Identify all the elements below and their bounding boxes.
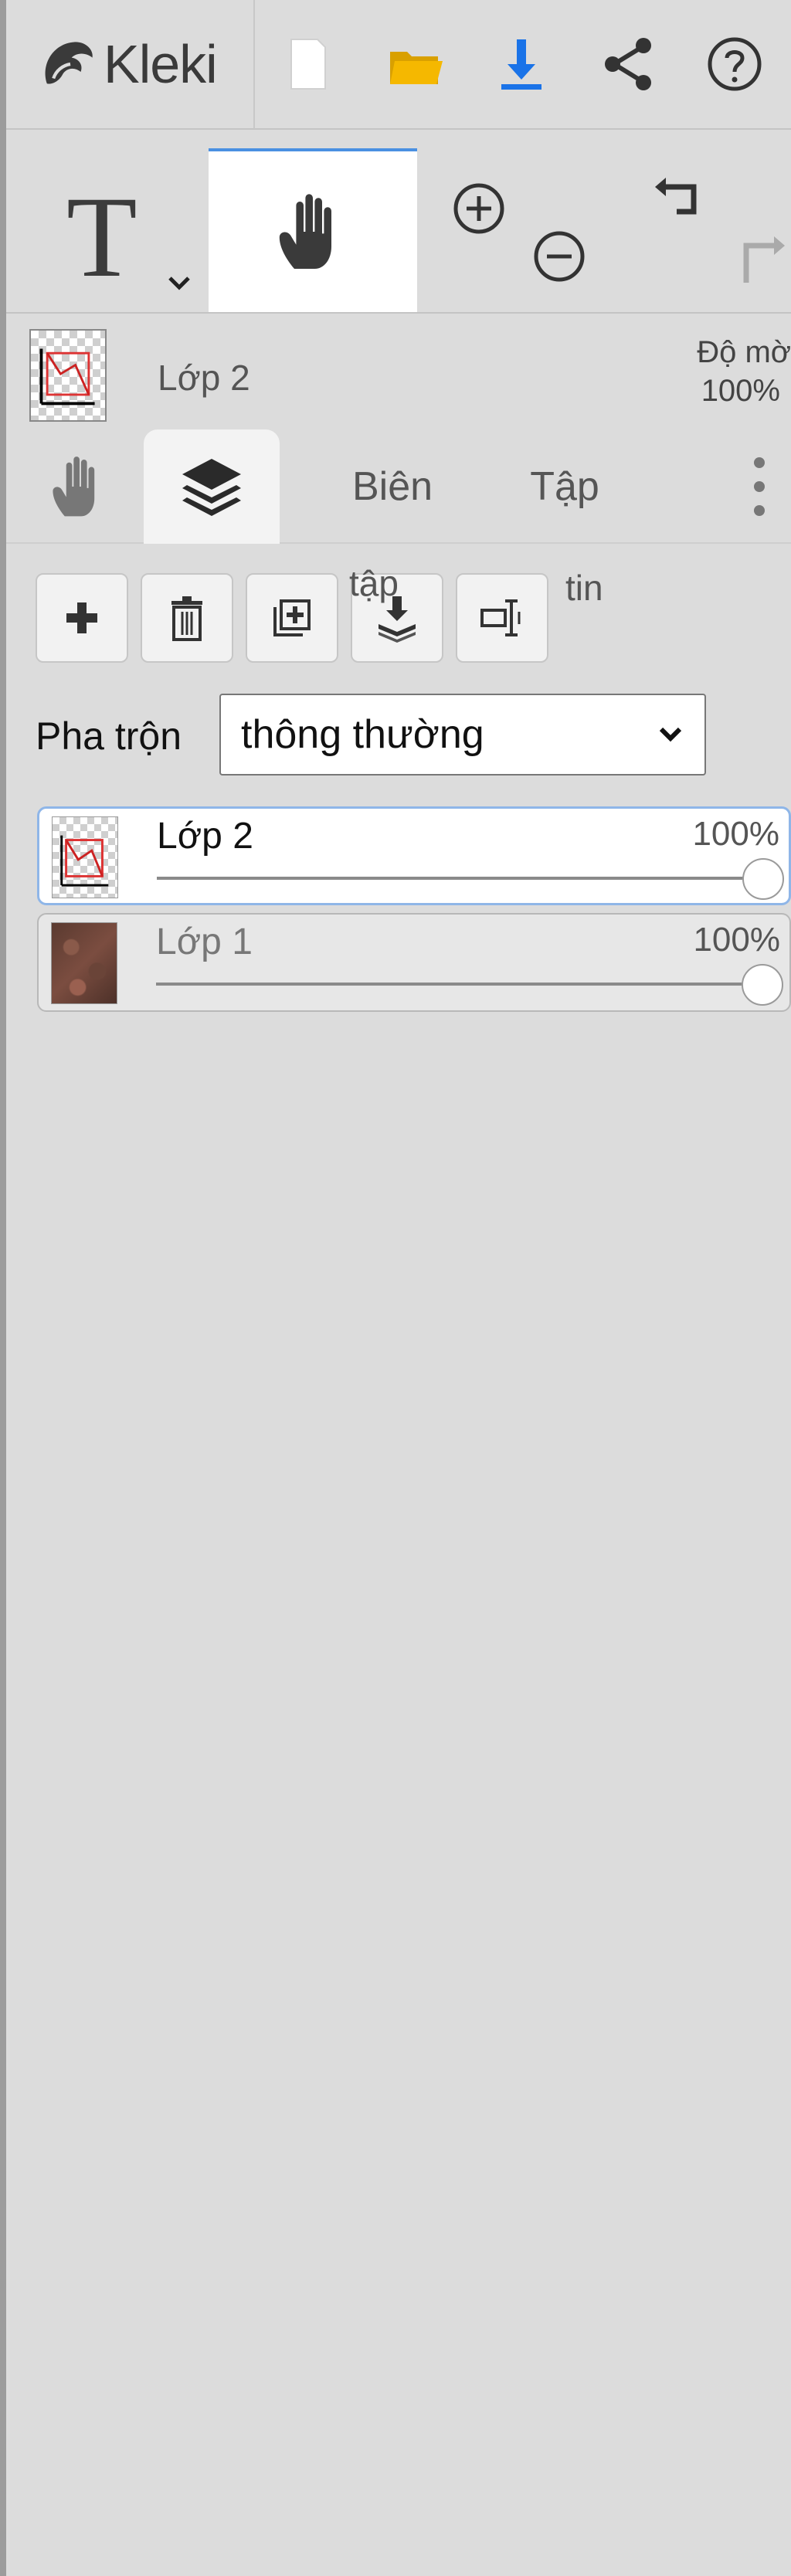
trash-icon [171,596,202,641]
rename-icon [480,599,521,636]
share-icon [605,38,651,90]
layers-icon [182,459,241,516]
top-toolbar: Kleki [6,0,791,130]
layer-opacity-slider-handle[interactable] [742,858,784,900]
layer-item-lop-1[interactable]: Lớp 1 100% [37,913,791,1012]
kleki-logo[interactable]: Kleki [6,0,255,129]
current-layer-name: Lớp 2 [158,358,250,398]
overlapping-tab-text: tập [349,563,399,603]
blend-mode-value: thông thường [241,712,484,757]
blend-mode-label: Pha trộn [36,714,182,758]
layer-name: Lớp 2 [157,816,253,857]
tab-edit[interactable]: Biên [315,429,470,544]
layers-panel: tập tin Pha trộn thông thường Lớp 2 100% [6,544,791,2576]
duplicate-layer-button[interactable] [246,573,338,663]
plus-icon [66,602,97,633]
tab-layers[interactable] [144,429,280,544]
layer-preview-drawing [60,835,109,887]
zoom-out-icon[interactable] [528,226,590,287]
zoom-in-icon[interactable] [448,178,510,239]
more-vertical-icon [754,457,765,516]
undo-icon[interactable] [649,171,715,238]
hand-tool-button[interactable] [209,148,417,312]
opacity-value: 100% [701,374,780,408]
share-button[interactable] [575,0,681,129]
chevron-down-icon [659,727,682,742]
hand-icon [279,194,331,269]
layer-opacity-value: 100% [692,815,779,853]
tool-row: T [6,148,791,314]
blank-page-icon [290,39,326,90]
panel-tabs: Biên Tập [6,429,791,544]
redo-icon[interactable] [725,222,791,289]
folder-icon [390,52,443,84]
app-name: Kleki [104,34,218,94]
tab-hand[interactable] [14,429,145,544]
current-layer-thumbnail[interactable] [29,329,107,422]
text-tool-icon: T [66,173,137,301]
tab-file-label: Tập [530,464,599,509]
layer-thumbnail [52,816,118,898]
add-layer-button[interactable] [36,573,128,663]
layer-opacity-slider-handle[interactable] [742,964,783,1006]
layer-name: Lớp 1 [156,921,253,962]
layer-opacity-slider-track[interactable] [157,877,752,880]
tab-edit-label: Biên [351,464,433,509]
overlapping-tab-text-2: tin [565,568,603,608]
delete-layer-button[interactable] [141,573,233,663]
kleki-bird-icon [45,42,93,84]
hand-icon [53,456,95,517]
text-tool-button[interactable]: T [6,148,209,312]
rename-layer-button[interactable] [456,573,548,663]
layer-preview-drawing [39,348,95,406]
tab-more[interactable] [732,429,786,544]
blend-mode-select[interactable]: thông thường [219,694,706,776]
layer-item-lop-2[interactable]: Lớp 2 100% [37,806,791,905]
open-file-button[interactable] [362,0,468,129]
chevron-down-icon[interactable] [161,264,198,301]
tab-file[interactable]: Tập [491,429,638,544]
current-layer-info: Lớp 2 Độ mờ 100% [6,314,791,429]
left-border [0,0,6,2576]
new-file-button[interactable] [255,0,362,129]
download-icon [501,39,541,90]
layer-thumbnail [51,922,117,1004]
duplicate-icon [273,599,311,636]
download-button[interactable] [468,0,575,129]
question-icon [708,37,762,91]
layer-opacity-value: 100% [693,921,780,959]
opacity-label: Độ mờ [697,335,791,369]
help-button[interactable] [681,0,788,129]
side-panel: Kleki T Lớp 2 Độ mờ 100% Biên Tập tập ti… [6,0,791,2576]
layer-opacity-slider-track[interactable] [156,983,751,986]
